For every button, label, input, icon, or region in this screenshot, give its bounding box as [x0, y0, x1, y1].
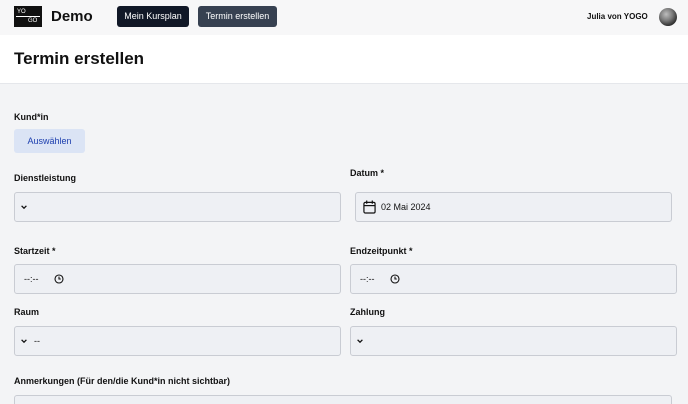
zahlung-label: Zahlung — [350, 307, 385, 317]
raum-value: -- — [34, 336, 40, 346]
kunde-label: Kund*in — [14, 112, 49, 122]
startzeit-label: Startzeit * — [14, 246, 56, 256]
nav-termin-erstellen-button[interactable]: Termin erstellen — [198, 6, 277, 27]
user-name[interactable]: Julia von YOGO — [587, 12, 648, 21]
yogo-logo[interactable]: YO GO — [14, 6, 42, 27]
logo-bottom-text: GO — [28, 18, 38, 24]
avatar[interactable] — [659, 8, 677, 26]
datum-value: 02 Mai 2024 — [381, 202, 431, 212]
select-customer-button[interactable]: Auswählen — [14, 129, 85, 153]
startzeit-input[interactable]: --:-- — [14, 264, 341, 294]
logo-divider — [16, 16, 40, 17]
clock-icon[interactable] — [54, 274, 64, 284]
chevron-down-icon — [21, 205, 27, 210]
top-navbar: YO GO Demo Mein Kursplan Termin erstelle… — [0, 0, 688, 35]
datum-label: Datum * — [350, 168, 385, 178]
brand-name: Demo — [51, 8, 93, 25]
chevron-down-icon — [21, 339, 27, 344]
startzeit-value: --:-- — [24, 274, 39, 284]
calendar-icon — [363, 200, 376, 214]
dienstleistung-label: Dienstleistung — [14, 173, 77, 183]
page-title: Termin erstellen — [14, 49, 145, 68]
anmerkungen-label: Anmerkungen (Für den/die Kund*in nicht s… — [14, 376, 231, 386]
anmerkungen-textarea[interactable] — [14, 395, 672, 404]
endzeitpunkt-input[interactable]: --:-- — [350, 264, 677, 294]
nav-mein-kursplan-button[interactable]: Mein Kursplan — [117, 6, 189, 27]
endzeitpunkt-label: Endzeitpunkt * — [350, 246, 413, 256]
dienstleistung-select[interactable] — [14, 192, 341, 222]
logo-top-text: YO — [17, 9, 26, 15]
datum-field[interactable]: 02 Mai 2024 — [355, 192, 672, 222]
endzeitpunkt-value: --:-- — [360, 274, 375, 284]
clock-icon[interactable] — [390, 274, 400, 284]
zahlung-select[interactable] — [350, 326, 677, 356]
chevron-down-icon — [357, 339, 363, 344]
raum-label: Raum — [14, 307, 40, 317]
raum-select[interactable]: -- — [14, 326, 341, 356]
